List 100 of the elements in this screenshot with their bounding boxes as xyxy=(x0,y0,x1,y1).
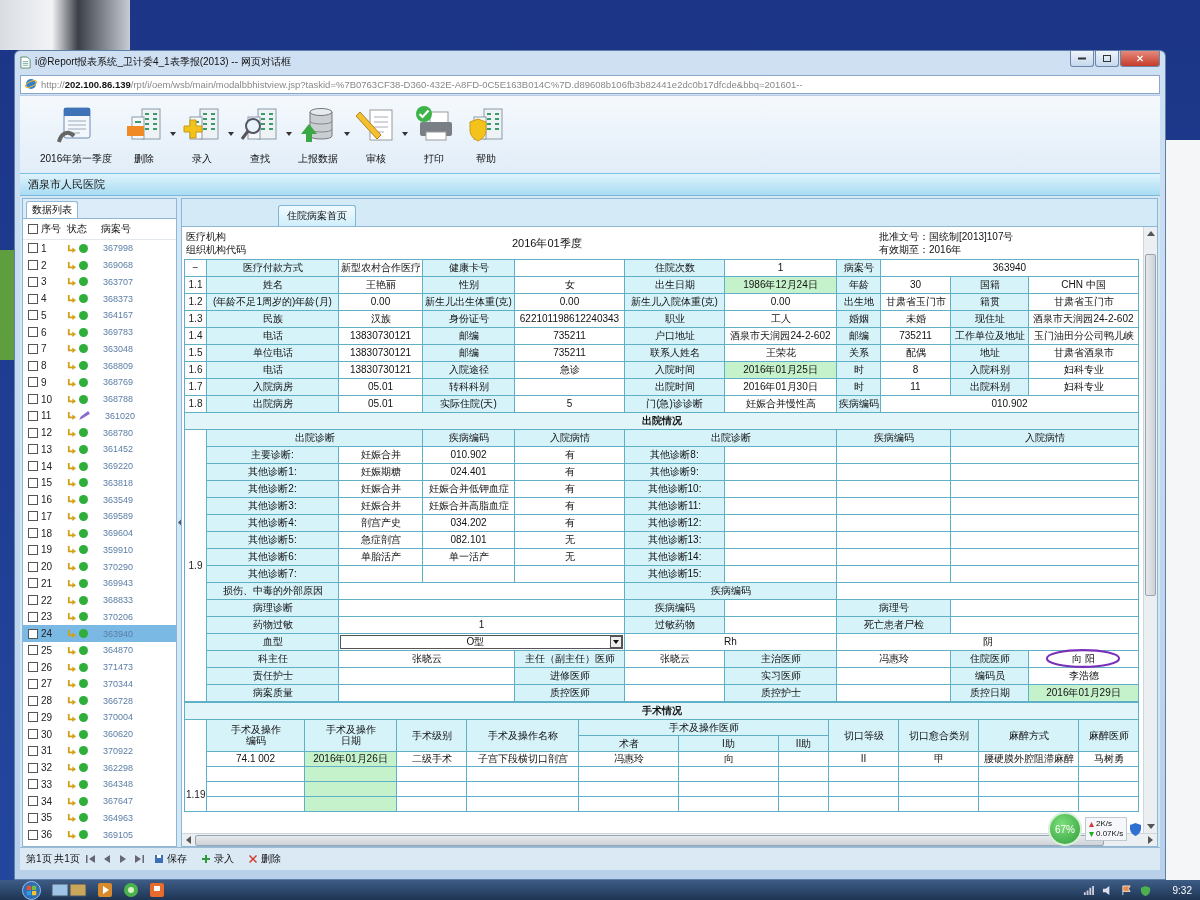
up-arrow-icon[interactable] xyxy=(1146,231,1155,236)
list-row[interactable]: 5 364167 xyxy=(23,307,176,324)
list-row[interactable]: 27 370344 xyxy=(23,675,176,693)
toolbar-button[interactable]: 录入 xyxy=(176,104,229,166)
checkbox[interactable] xyxy=(28,511,38,522)
checkbox[interactable] xyxy=(28,243,38,254)
down-arrow-icon[interactable] xyxy=(1146,824,1155,829)
list-row[interactable]: 8 368809 xyxy=(23,357,176,374)
list-row[interactable]: 29 370004 xyxy=(23,709,176,726)
checkbox[interactable] xyxy=(28,812,38,823)
tab[interactable]: 数据列表 xyxy=(26,201,78,218)
list-row[interactable]: 12 368780 xyxy=(23,424,176,441)
maximize-button[interactable] xyxy=(1095,51,1119,67)
flag-icon[interactable] xyxy=(1120,884,1132,896)
last-page-icon[interactable] xyxy=(133,855,144,863)
checkbox[interactable] xyxy=(28,410,38,421)
list-row[interactable]: 28 366728 xyxy=(23,692,176,709)
checkbox[interactable] xyxy=(28,224,38,234)
checkbox[interactable] xyxy=(28,377,38,388)
list-row[interactable]: 20 370290 xyxy=(23,558,176,575)
toolbar-button[interactable]: 审核 xyxy=(350,104,403,166)
action-button[interactable]: 删除 xyxy=(243,852,285,866)
action-button[interactable]: 录入 xyxy=(196,852,238,866)
checkbox[interactable] xyxy=(28,578,38,589)
action-button[interactable]: 保存 xyxy=(149,852,191,866)
checkbox[interactable] xyxy=(28,595,38,606)
list-row[interactable]: 9 368769 xyxy=(23,374,176,391)
next-page-icon[interactable] xyxy=(117,855,128,863)
window-group-icon[interactable] xyxy=(51,882,87,898)
toolbar-button[interactable]: 上报数据 xyxy=(292,104,345,166)
caret-icon[interactable] xyxy=(402,132,409,136)
scrollbar-thumb[interactable] xyxy=(1145,254,1156,596)
list-row[interactable]: 13 361452 xyxy=(23,441,176,458)
checkbox[interactable] xyxy=(28,461,38,472)
checkbox[interactable] xyxy=(28,494,38,505)
checkbox[interactable] xyxy=(28,561,38,572)
checkbox[interactable] xyxy=(28,477,38,488)
checkbox[interactable] xyxy=(28,712,38,723)
list-row[interactable]: 6 369783 xyxy=(23,323,176,341)
collapse-arrow-icon[interactable] xyxy=(177,519,181,526)
list-row[interactable]: 30 360620 xyxy=(23,725,176,743)
list-row[interactable]: 15 363818 xyxy=(23,474,176,492)
checkbox[interactable] xyxy=(28,645,38,656)
checkbox[interactable] xyxy=(28,662,38,673)
tab[interactable]: 住院病案首页 xyxy=(278,205,356,226)
left-arrow-icon[interactable] xyxy=(186,836,191,844)
checkbox[interactable] xyxy=(28,779,38,790)
list-row[interactable]: 4 368373 xyxy=(23,290,176,307)
checkbox[interactable] xyxy=(28,611,38,622)
checkbox[interactable] xyxy=(28,343,38,354)
checkbox[interactable] xyxy=(28,678,38,689)
checkbox[interactable] xyxy=(28,360,38,371)
list-row[interactable]: 3 363707 xyxy=(23,273,176,291)
toolbar-button[interactable]: 查找 xyxy=(234,104,287,166)
checkbox[interactable] xyxy=(28,729,38,740)
caret-icon[interactable] xyxy=(228,132,235,136)
checkbox[interactable] xyxy=(28,544,38,555)
list-row[interactable]: 1 367998 xyxy=(23,240,176,257)
list-row[interactable]: 18 369604 xyxy=(23,524,176,542)
caret-icon[interactable] xyxy=(344,132,351,136)
first-page-icon[interactable] xyxy=(85,855,96,863)
list-row[interactable]: 17 369589 xyxy=(23,508,176,525)
list-row[interactable]: 14 369220 xyxy=(23,457,176,475)
start-orb-icon[interactable] xyxy=(22,880,41,900)
circle-app-icon[interactable] xyxy=(123,882,139,898)
close-button[interactable] xyxy=(1120,51,1160,67)
checkbox[interactable] xyxy=(28,327,38,338)
list-row[interactable]: 33 364348 xyxy=(23,776,176,793)
caret-icon[interactable] xyxy=(170,132,177,136)
checkbox[interactable] xyxy=(28,310,38,321)
list-row[interactable]: 2 369068 xyxy=(23,256,176,274)
shield-icon[interactable] xyxy=(1130,822,1142,836)
right-arrow-icon[interactable] xyxy=(1148,836,1153,844)
list-row[interactable]: 36 369105 xyxy=(23,826,176,843)
checkbox[interactable] xyxy=(28,394,38,405)
shield-icon[interactable] xyxy=(1139,884,1151,896)
media-player-icon[interactable] xyxy=(97,882,113,898)
toolbar-button[interactable]: 2016年第一季度 xyxy=(34,104,119,166)
list-row[interactable]: 31 370922 xyxy=(23,742,176,760)
list-row[interactable]: 21 369943 xyxy=(23,575,176,592)
list-row[interactable]: 32 362298 xyxy=(23,759,176,776)
list-row[interactable]: 19 359910 xyxy=(23,541,176,559)
checkbox[interactable] xyxy=(28,293,38,304)
address-field[interactable]: http://202.100.86.139/rpt/i/oem/wsb/main/modalbbhistview.jsp?taskid=%7B0763CF38-D360-432E-A8FD-0C5E163B014C%7D.d89608b106fb3b82441e2dc0b17dfcde&bbq=201601-- xyxy=(20,74,1160,94)
list-row[interactable]: 11 361020 xyxy=(23,407,176,425)
caret-icon[interactable] xyxy=(286,132,293,136)
checkbox[interactable] xyxy=(28,276,38,287)
toolbar-button[interactable]: 删除 xyxy=(118,104,171,166)
list-row[interactable]: 22 368833 xyxy=(23,591,176,609)
minimize-button[interactable] xyxy=(1070,51,1094,67)
list-row[interactable]: 16 363549 xyxy=(23,491,176,508)
list-row[interactable]: 34 367647 xyxy=(23,792,176,810)
list-row[interactable]: 7 363048 xyxy=(23,340,176,358)
vertical-scrollbar[interactable] xyxy=(1143,227,1157,833)
checkbox[interactable] xyxy=(28,260,38,271)
list-row[interactable]: 25 364870 xyxy=(23,642,176,659)
presentation-icon[interactable] xyxy=(149,882,165,898)
toolbar-button[interactable]: 帮助 xyxy=(460,104,513,166)
checkbox[interactable] xyxy=(28,745,38,756)
checkbox[interactable] xyxy=(28,628,38,639)
